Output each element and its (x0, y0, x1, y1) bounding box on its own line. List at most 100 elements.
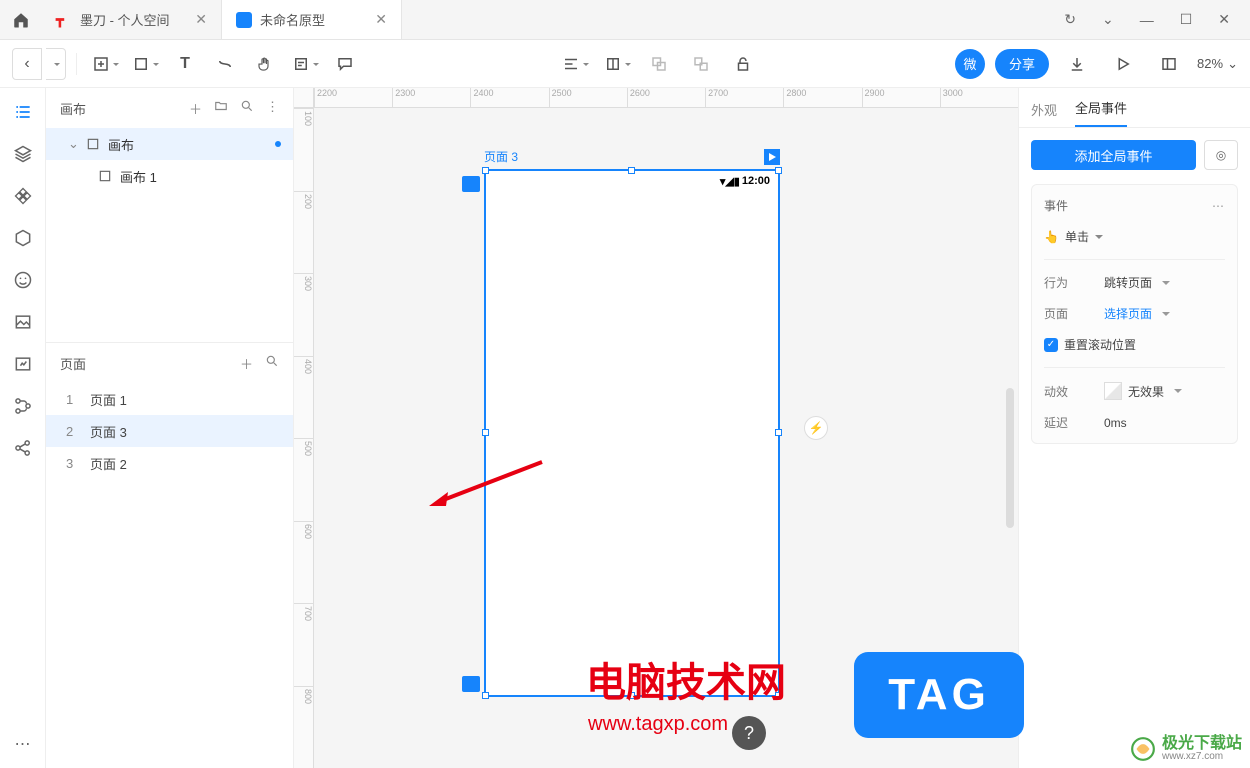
ruler-tick: 2400 (470, 88, 548, 107)
left-rail: ⋯ (0, 88, 46, 768)
tree-label: 画布 1 (120, 167, 157, 186)
frame-tag-icon[interactable] (462, 176, 480, 192)
tree-child-canvas[interactable]: 画布 1 (46, 160, 293, 192)
target-picker-icon[interactable]: ◎ (1204, 140, 1238, 170)
status-time: 12:00 (742, 175, 770, 187)
rail-share-icon[interactable] (11, 436, 35, 460)
resize-handle[interactable] (482, 429, 489, 436)
add-global-event-button[interactable]: 添加全局事件 (1031, 140, 1196, 170)
search-icon[interactable] (240, 99, 254, 118)
add-canvas-icon[interactable]: ＋ (189, 99, 202, 118)
resize-handle[interactable] (628, 692, 635, 699)
tab-label: 墨刀 - 个人空间 (80, 10, 170, 29)
resize-handle[interactable] (482, 167, 489, 174)
play-icon[interactable] (1105, 48, 1141, 80)
rail-layers-icon[interactable] (11, 142, 35, 166)
action-value[interactable]: 跳转页面 (1104, 274, 1170, 291)
help-fab[interactable]: ? (732, 716, 766, 750)
zoom-control[interactable]: 82%⌄ (1197, 56, 1238, 72)
more-icon[interactable]: ⋯ (1212, 199, 1225, 213)
ruler-tick: 2800 (783, 88, 861, 107)
canvas-area[interactable]: 2200 2300 2400 2500 2600 2700 2800 2900 … (294, 88, 1018, 768)
home-button[interactable] (0, 0, 42, 39)
resize-handle[interactable] (628, 167, 635, 174)
distribute-tool[interactable] (599, 48, 635, 80)
lock-tool[interactable] (725, 48, 761, 80)
frame-tag-icon[interactable] (462, 676, 480, 692)
resize-handle[interactable] (775, 429, 782, 436)
page-row[interactable]: 3 页面 2 (46, 447, 293, 479)
page-name: 页面 2 (90, 454, 127, 473)
tab-global-events[interactable]: 全局事件 (1075, 98, 1127, 127)
trigger-selector[interactable]: 👆 单击 (1044, 228, 1103, 245)
ungroup-tool[interactable] (683, 48, 719, 80)
download-icon[interactable] (1059, 48, 1095, 80)
connector-tool[interactable] (207, 48, 243, 80)
rail-image-icon[interactable] (11, 310, 35, 334)
comment-tool[interactable] (327, 48, 363, 80)
constraint-handle[interactable]: ⚡ (804, 416, 828, 440)
trigger-label: 单击 (1065, 228, 1089, 245)
group-tool[interactable] (641, 48, 677, 80)
checkbox-label: 重置滚动位置 (1064, 336, 1136, 353)
delay-value[interactable]: 0ms (1104, 416, 1127, 430)
page-name: 页面 1 (90, 390, 127, 409)
anim-selector[interactable]: 无效果 (1104, 382, 1182, 400)
tab-workspace[interactable]: ┳ 墨刀 - 个人空间 ✕ (42, 0, 222, 39)
anim-swatch-icon (1104, 382, 1122, 400)
rail-flow-icon[interactable] (11, 394, 35, 418)
rail-emoji-icon[interactable] (11, 268, 35, 292)
tree-root-canvas[interactable]: ⌄ 画布 (46, 128, 293, 160)
click-icon: 👆 (1044, 230, 1059, 244)
page-row[interactable]: 1 页面 1 (46, 383, 293, 415)
add-page-icon[interactable]: ＋ (240, 354, 253, 373)
rail-outline-icon[interactable] (11, 100, 35, 124)
rail-more-icon[interactable]: ⋯ (11, 732, 35, 756)
board-icon (98, 169, 112, 183)
text-tool[interactable]: T (167, 48, 203, 80)
more-icon[interactable]: ⋮ (266, 99, 279, 118)
panels-icon[interactable] (1151, 48, 1187, 80)
page-row[interactable]: 2 页面 3 (46, 415, 293, 447)
device-frame[interactable]: ▾◢▮ 12:00 (484, 169, 780, 697)
rail-data-icon[interactable] (11, 352, 35, 376)
ruler-tick: 600 (294, 521, 313, 604)
close-icon[interactable]: ✕ (195, 11, 207, 28)
search-icon[interactable] (265, 354, 279, 373)
share-button[interactable]: 分享 (995, 49, 1049, 79)
reset-scroll-checkbox[interactable]: ✓ 重置滚动位置 (1044, 336, 1225, 353)
shape-tool[interactable] (127, 48, 163, 80)
scrollbar[interactable] (1006, 388, 1014, 528)
minimize-icon[interactable]: — (1140, 12, 1154, 28)
note-tool[interactable] (287, 48, 323, 80)
back-button[interactable]: ‹ (12, 48, 42, 80)
page-number: 2 (66, 424, 76, 439)
maximize-icon[interactable]: ☐ (1180, 11, 1193, 28)
back-dropdown[interactable] (46, 48, 66, 80)
close-icon[interactable]: ✕ (375, 11, 387, 28)
resize-handle[interactable] (482, 692, 489, 699)
page-selector[interactable]: 选择页面 (1104, 305, 1170, 322)
tab-prototype[interactable]: 未命名原型 ✕ (222, 0, 402, 39)
resize-handle[interactable] (775, 692, 782, 699)
play-frame-icon[interactable] (764, 149, 780, 165)
frame-label[interactable]: 页面 3 (484, 148, 518, 165)
artboard[interactable]: 页面 3 ▾◢▮ 12:00 (484, 148, 780, 697)
frame-tool[interactable] (87, 48, 123, 80)
close-window-icon[interactable]: ✕ (1218, 11, 1230, 28)
folder-icon[interactable] (214, 99, 228, 118)
resize-handle[interactable] (775, 167, 782, 174)
reload-icon[interactable]: ↻ (1064, 11, 1076, 28)
page-number: 1 (66, 392, 76, 407)
dropdown-icon[interactable]: ⌄ (1102, 11, 1114, 28)
rail-components-icon[interactable] (11, 184, 35, 208)
right-panel: 外观 全局事件 添加全局事件 ◎ 事件 ⋯ 👆 单击 (1018, 88, 1250, 768)
zoom-label: 82% (1197, 56, 1223, 71)
rail-assets-icon[interactable] (11, 226, 35, 250)
ruler-tick: 2700 (705, 88, 783, 107)
hand-tool[interactable] (247, 48, 283, 80)
align-tool[interactable] (557, 48, 593, 80)
badge-button[interactable]: 微 (955, 49, 985, 79)
toolbar: ‹ T 微 分享 82%⌄ (0, 40, 1250, 88)
tab-appearance[interactable]: 外观 (1031, 100, 1057, 127)
